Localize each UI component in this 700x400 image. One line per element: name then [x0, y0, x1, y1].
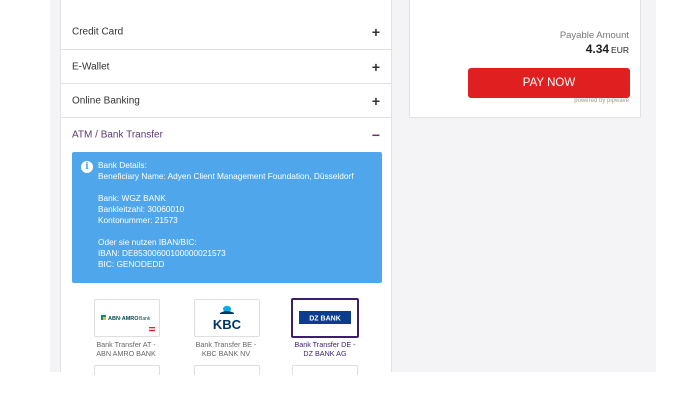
- bank-caption-dz-bank: Bank Transfer DE - DZ BANK AG: [294, 340, 356, 358]
- payment-method-label: Online Banking: [72, 95, 140, 106]
- bank-details-box: i Bank Details: Beneficiary Name: Adyen …: [72, 152, 382, 283]
- expand-plus-icon[interactable]: +: [372, 25, 380, 39]
- powered-by-text: powered by pipwave: [574, 98, 629, 104]
- payment-method-atm-bank-transfer[interactable]: ATM / Bank Transfer −: [61, 118, 391, 152]
- pay-now-button[interactable]: PAY NOW: [468, 68, 630, 98]
- payment-method-label: Credit Card: [72, 26, 124, 38]
- dz-bank-logo: DZ BANK: [299, 311, 351, 324]
- bank-option-partial[interactable]: [292, 365, 358, 375]
- payment-methods-panel: Credit Card + E-Wallet + Online Banking …: [60, 0, 392, 375]
- amount-value: 4.34: [585, 42, 610, 56]
- payable-amount-label: Payable Amount: [559, 30, 629, 41]
- bank-option-abn-amro[interactable]: ABN·AMRO Bank: [94, 299, 160, 337]
- payment-method-online-banking[interactable]: Online Banking +: [61, 84, 391, 118]
- bank-caption-abn-amro: Bank Transfer AT - ABN AMRO BANK: [96, 340, 156, 358]
- payment-method-credit-card[interactable]: Credit Card +: [61, 14, 391, 50]
- amount-currency: EUR: [611, 45, 629, 55]
- bank-option-partial[interactable]: [194, 365, 260, 375]
- dz-bank-logo-text: DZ BANK: [309, 316, 341, 323]
- abn-amro-logo-sub: Bank: [139, 316, 151, 322]
- bank-caption-kbc: Bank Transfer BE - KBC BANK NV: [195, 340, 257, 358]
- payable-amount: 4.34 EUR: [586, 42, 629, 56]
- kbc-logo: KBC: [213, 305, 242, 332]
- bank-option-partial[interactable]: [94, 365, 160, 375]
- bank-option-kbc[interactable]: KBC: [194, 299, 260, 337]
- kbc-logo-text: KBC: [213, 317, 242, 332]
- collapse-minus-icon[interactable]: −: [372, 128, 380, 142]
- order-summary-panel: Payable Amount 4.34 EUR PAY NOW powered b…: [409, 0, 641, 118]
- payment-method-e-wallet[interactable]: E-Wallet +: [61, 50, 391, 84]
- abn-amro-logo: ABN·AMRO Bank: [101, 315, 155, 332]
- payment-method-label: ATM / Bank Transfer: [72, 129, 163, 141]
- info-icon: i: [81, 161, 93, 173]
- bank-option-dz-bank[interactable]: DZ BANK: [291, 298, 359, 338]
- expand-plus-icon[interactable]: +: [372, 60, 380, 74]
- expand-plus-icon[interactable]: +: [372, 94, 380, 108]
- payment-method-label: E-Wallet: [72, 61, 110, 72]
- bank-details-text: Bank Details: Beneficiary Name: Adyen Cl…: [98, 160, 354, 269]
- abn-amro-logo-text: ABN·AMRO: [108, 316, 139, 322]
